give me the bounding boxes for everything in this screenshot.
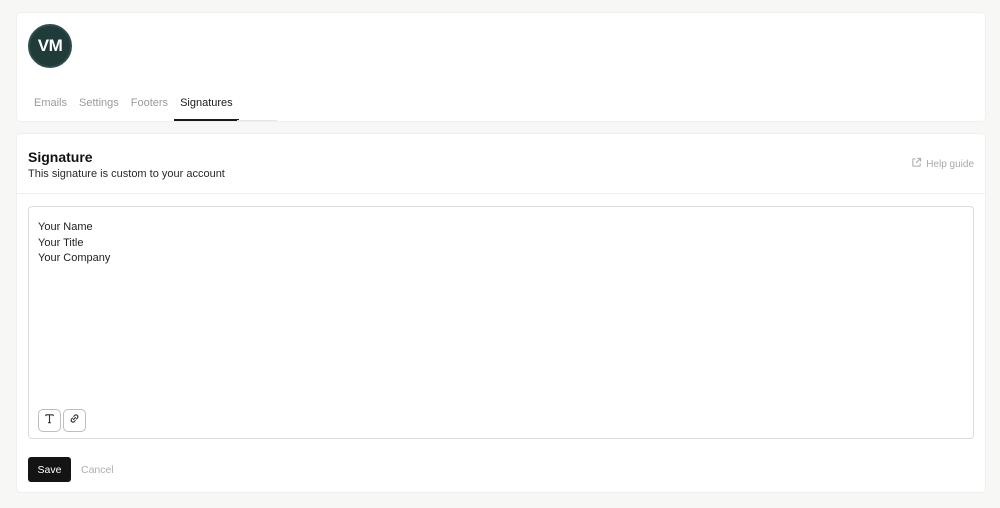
signature-line-name: Your Name xyxy=(38,221,93,233)
signature-card: Signature This signature is custom to yo… xyxy=(17,134,985,492)
tab-divider xyxy=(237,120,277,121)
tab-emails[interactable]: Emails xyxy=(28,91,73,121)
link-icon xyxy=(68,412,81,430)
profile-card: VM Emails Settings Footers Signatures xyxy=(17,13,985,121)
signature-line-company: Your Company xyxy=(38,252,111,264)
help-guide-label: Help guide xyxy=(926,158,974,170)
signature-content[interactable]: Your Name Your Title Your Company xyxy=(38,220,110,267)
header-divider xyxy=(17,193,985,194)
save-button[interactable]: Save xyxy=(28,457,71,482)
tab-bar: Emails Settings Footers Signatures xyxy=(28,91,239,121)
tab-signatures[interactable]: Signatures xyxy=(174,91,239,121)
insert-link-button[interactable] xyxy=(63,409,86,432)
signature-editor[interactable]: Your Name Your Title Your Company xyxy=(28,206,974,439)
section-subtitle: This signature is custom to your account xyxy=(28,168,225,180)
tab-settings[interactable]: Settings xyxy=(73,91,125,121)
help-guide-link[interactable]: Help guide xyxy=(911,157,974,171)
tab-footers[interactable]: Footers xyxy=(125,91,174,121)
section-title: Signature xyxy=(28,149,93,165)
avatar[interactable]: VM xyxy=(28,24,72,68)
text-format-button[interactable] xyxy=(38,409,61,432)
text-format-icon xyxy=(43,412,56,430)
cancel-button[interactable]: Cancel xyxy=(81,457,114,482)
signature-line-title: Your Title xyxy=(38,236,84,249)
external-link-icon xyxy=(911,157,922,171)
